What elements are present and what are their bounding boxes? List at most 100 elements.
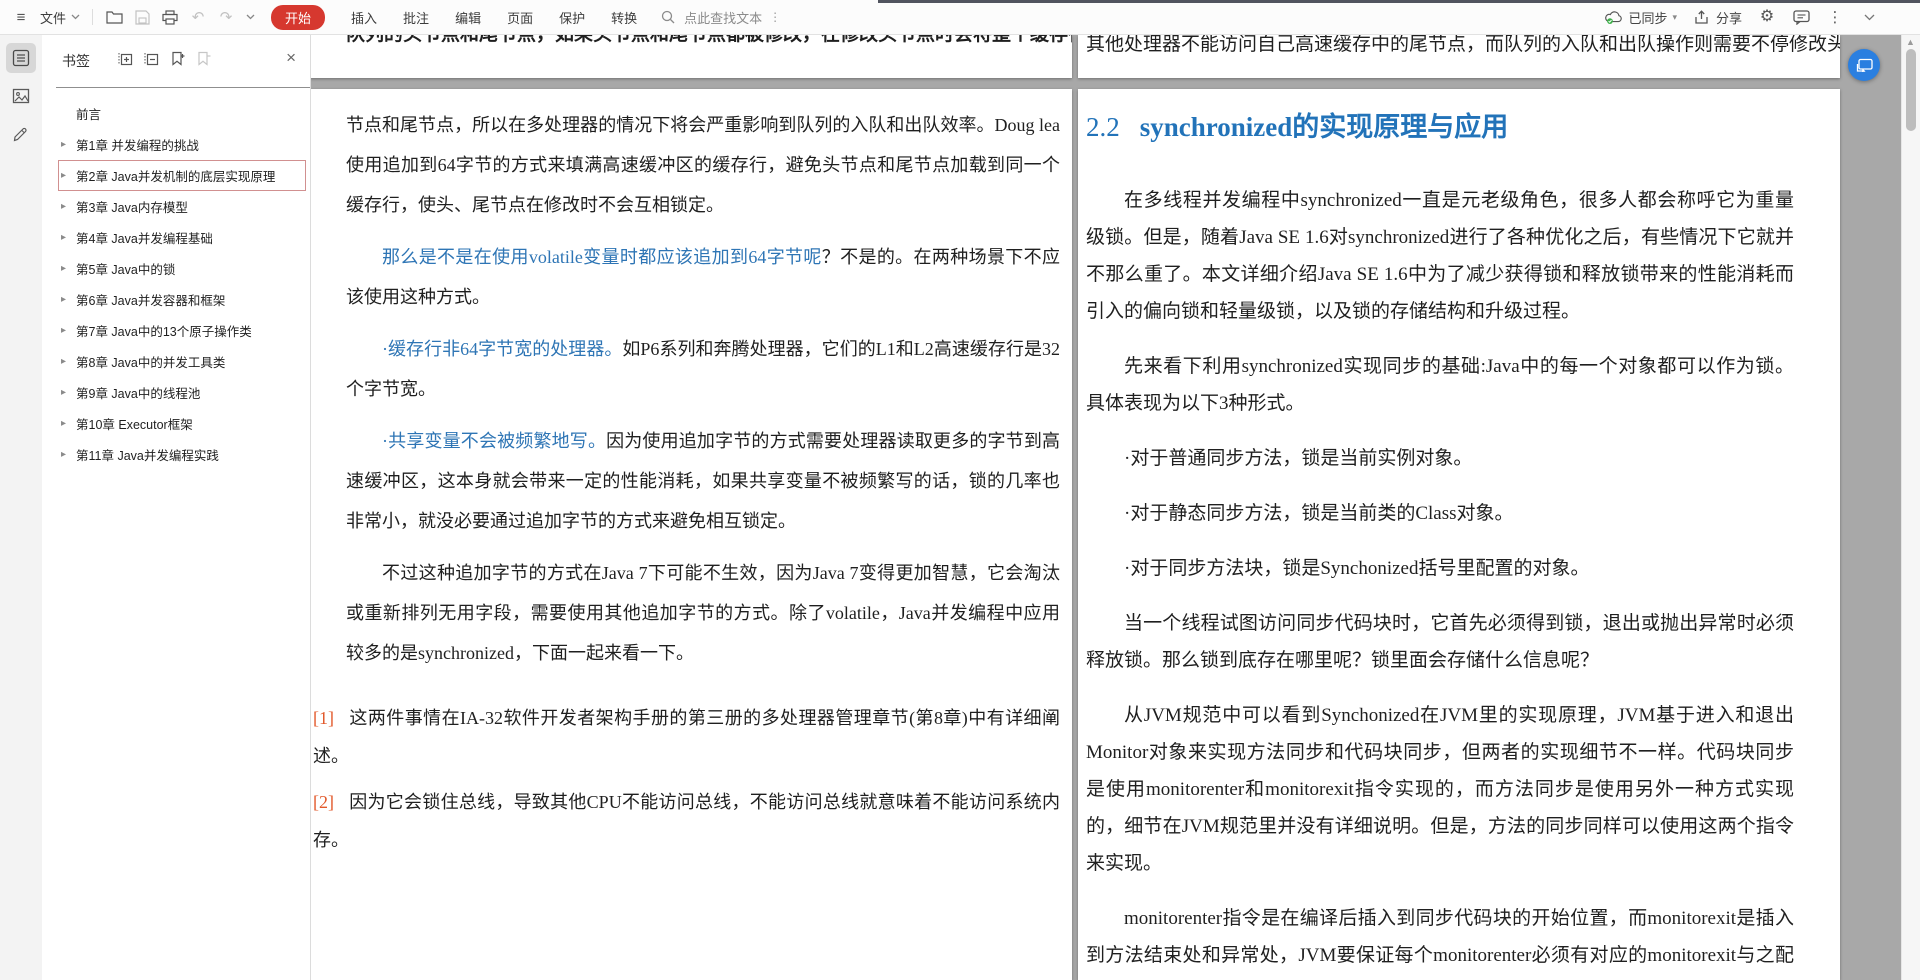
sync-caret-icon: ▾ [1672, 11, 1677, 22]
bookmark-item[interactable]: ▸ 第8章 Java中的并发工具类 [58, 346, 306, 377]
toolbar-right-group: 已同步 ▾ 分享 ⚙ ⋮ [1605, 0, 1878, 34]
text-run: ·对于同步方法块，锁是Synchonized括号里配置的对象。 [1124, 558, 1590, 579]
text-run: monitorenter指令是在编译后插入到同步代码块的开始位置，而monito… [1086, 908, 1794, 966]
bookmark-item[interactable]: ▸ 第9章 Java中的线程池 [58, 377, 306, 408]
bookmark-item[interactable]: ▸ 第11章 Java并发编程实践 [58, 439, 306, 470]
expand-arrow-icon[interactable]: ▸ [61, 201, 76, 212]
footnote-marker: [1] [313, 708, 334, 728]
comment-icon[interactable] [1792, 8, 1810, 26]
paragraph: 在多线程并发编程中synchronized一直是元老级角色，很多人都会称呼它为重… [1086, 182, 1794, 330]
page-previous-right: 其他处理器不能访问自己高速缓存中的尾节点，而队列的入队和出队操作则需要不停修改头 [1078, 35, 1840, 78]
bookmark-item[interactable]: ▸ 第7章 Java中的13个原子操作类 [58, 315, 306, 346]
footnote: [2] 因为它会锁住总线，导致其他CPU不能访问总线，不能访问总线就意味着不能访问… [313, 783, 1060, 859]
save-icon[interactable] [133, 8, 151, 26]
bookmark-label: 第4章 Java并发编程基础 [76, 232, 213, 246]
print-icon[interactable] [161, 8, 179, 26]
share-button[interactable]: 分享 [1693, 8, 1742, 27]
tab-页面[interactable]: 页面 [507, 6, 533, 29]
bookmark-item[interactable]: ▸ 第1章 并发编程的挑战 [58, 129, 306, 160]
expand-arrow-icon[interactable]: ▸ [61, 418, 76, 429]
text-run: 从JVM规范中可以看到Synchonized在JVM里的实现原理，JVM基于进入… [1086, 705, 1794, 874]
open-file-icon[interactable] [105, 8, 123, 26]
scrollbar-thumb[interactable] [1906, 49, 1916, 131]
side-rail [0, 35, 42, 980]
tab-插入[interactable]: 插入 [351, 6, 377, 29]
vertical-scrollbar[interactable]: ▲ [1901, 35, 1920, 980]
text-run: 节点和尾节点，所以在多处理器的情况下将会严重影响到队列的入队和出队效率。Doug… [346, 115, 1060, 215]
sync-status[interactable]: 已同步 ▾ [1605, 8, 1677, 27]
paragraph: 当一个线程试图访问同步代码块时，它首先必须得到锁，退出或抛出异常时必须释放锁。那… [1086, 605, 1794, 679]
expand-all-icon[interactable] [118, 51, 133, 71]
bookmarks-list: 前言 ▸ 第1章 并发编程的挑战 ▸ 第2章 Java并发机制的底层实现原理 ▸ 第3章 J… [42, 88, 310, 470]
bookmarks-outline-icon[interactable] [6, 43, 36, 73]
paragraph: ·对于静态同步方法，锁是当前类的Class对象。 [1086, 495, 1794, 532]
expand-arrow-icon[interactable]: ▸ [61, 325, 76, 336]
bookmark-item[interactable]: ▸ 第6章 Java并发容器和框架 [58, 284, 306, 315]
toolbar: ≡ 文件 ↶ ↷ 开始 插入 批注 编辑 页面 保护 转换 点此查找文本 ⋮ 已… [0, 0, 1920, 35]
file-menu[interactable]: 文件 [40, 8, 80, 27]
bookmark-item[interactable]: ▸ 第3章 Java内存模型 [58, 191, 306, 222]
bookmark-label: 第7章 Java中的13个原子操作类 [76, 325, 252, 339]
thumbnails-image-icon[interactable] [6, 81, 36, 111]
expand-arrow-icon[interactable]: ▸ [61, 387, 76, 398]
redo-icon[interactable]: ↷ [217, 8, 235, 26]
right-page-paragraphs: 在多线程并发编程中synchronized一直是元老级角色，很多人都会称呼它为重… [1086, 182, 1794, 980]
expand-arrow-icon[interactable]: ▸ [61, 139, 76, 150]
text-run: ·对于普通同步方法，锁是当前实例对象。 [1124, 448, 1473, 469]
section-heading: 2.2 synchronized的实现原理与应用 [1086, 109, 1794, 146]
text-run: 当一个线程试图访问同步代码块时，它首先必须得到锁，退出或抛出异常时必须释放锁。那… [1086, 613, 1794, 671]
search-box[interactable]: 点此查找文本 ⋮ [659, 8, 782, 27]
tab-批注[interactable]: 批注 [403, 6, 429, 29]
expand-arrow-icon[interactable]: ▸ [61, 356, 76, 367]
hamburger-menu-icon[interactable]: ≡ [12, 8, 30, 26]
bookmark-item[interactable]: ▸ 第4章 Java并发编程基础 [58, 222, 306, 253]
search-more-icon[interactable]: ⋮ [769, 10, 782, 24]
bookmark-label: 第11章 Java并发编程实践 [76, 449, 219, 463]
scrollbar-up-arrow[interactable]: ▲ [1902, 37, 1919, 47]
pdf-reader-window: ≡ 文件 ↶ ↷ 开始 插入 批注 编辑 页面 保护 转换 点此查找文本 ⋮ 已… [0, 0, 1920, 980]
bookmark-label: 第6章 Java并发容器和框架 [76, 294, 226, 308]
bookmarks-panel-header: 书签 × [42, 35, 310, 87]
paragraph: 先来看下利用synchronized实现同步的基础:Java中的每一个对象都可以… [1086, 348, 1794, 422]
page-left-body: 节点和尾节点，所以在多处理器的情况下将会严重影响到队列的入队和出队效率。Doug… [310, 89, 1072, 859]
cloud-sync-icon [1605, 8, 1623, 26]
collapse-toolbar-icon[interactable] [1860, 8, 1878, 26]
titlebar-dark-strip [878, 0, 1920, 3]
remove-bookmark-icon[interactable] [196, 51, 211, 71]
page-current-left: 节点和尾节点，所以在多处理器的情况下将会严重影响到队列的入队和出队效率。Doug… [310, 89, 1072, 980]
more-commands-chevron-icon[interactable] [245, 8, 255, 26]
annotation-pen-icon[interactable] [6, 119, 36, 149]
undo-icon[interactable]: ↶ [189, 8, 207, 26]
bookmark-item[interactable]: 前言 [58, 98, 306, 129]
text-run: 不过这种追加字节的方式在Java 7下可能不生效，因为Java 7变得更加智慧，… [346, 563, 1060, 663]
bookmark-label: 第1章 并发编程的挑战 [76, 139, 199, 153]
tab-开始[interactable]: 开始 [271, 4, 326, 30]
share-icon [1693, 8, 1711, 26]
expand-arrow-icon[interactable]: ▸ [61, 294, 76, 305]
floating-image-tool-button[interactable] [1848, 49, 1880, 81]
tab-编辑[interactable]: 编辑 [455, 6, 481, 29]
expand-arrow-icon[interactable]: ▸ [61, 170, 76, 181]
paragraph: 那么是不是在使用volatile变量时都应该追加到64字节呢？不是的。在两种场景… [346, 237, 1060, 317]
text-run: ·对于静态同步方法，锁是当前类的Class对象。 [1124, 503, 1514, 524]
text-run: ·共享变量不会被频繁地写。 [382, 431, 607, 451]
collapse-all-icon[interactable] [144, 51, 159, 71]
tab-转换[interactable]: 转换 [611, 6, 637, 29]
document-canvas: 队列的头节点和尾节点，如果头节点和尾节点都被修改，在修改头节点时会将整个缓存行锁… [310, 35, 1920, 980]
settings-gear-icon[interactable]: ⚙ [1758, 8, 1776, 26]
tab-保护[interactable]: 保护 [559, 6, 585, 29]
bookmark-item[interactable]: ▸ 第5章 Java中的锁 [58, 253, 306, 284]
expand-arrow-icon[interactable]: ▸ [61, 263, 76, 274]
close-panel-icon[interactable]: × [286, 49, 296, 66]
paragraph: ·共享变量不会被频繁地写。因为使用追加字节的方式需要处理器读取更多的字节到高速缓… [346, 421, 1060, 541]
more-options-icon[interactable]: ⋮ [1826, 8, 1844, 26]
paragraph: ·对于同步方法块，锁是Synchonized括号里配置的对象。 [1086, 550, 1794, 587]
bookmark-item[interactable]: ▸ 第10章 Executor框架 [58, 408, 306, 439]
ribbon-tabs: 开始 插入 批注 编辑 页面 保护 转换 [271, 4, 637, 30]
footnote-text: 这两件事情在IA-32软件开发者架构手册的第三册的多处理器管理章节(第8章)中有… [313, 708, 1060, 766]
expand-arrow-icon[interactable]: ▸ [61, 449, 76, 460]
bookmark-item[interactable]: ▸ 第2章 Java并发机制的底层实现原理 [58, 160, 306, 191]
footnote-text: 因为它会锁住总线，导致其他CPU不能访问总线，不能访问总线就意味着不能访问系统内… [313, 792, 1060, 850]
expand-arrow-icon[interactable]: ▸ [61, 232, 76, 243]
add-bookmark-icon[interactable] [170, 51, 185, 71]
